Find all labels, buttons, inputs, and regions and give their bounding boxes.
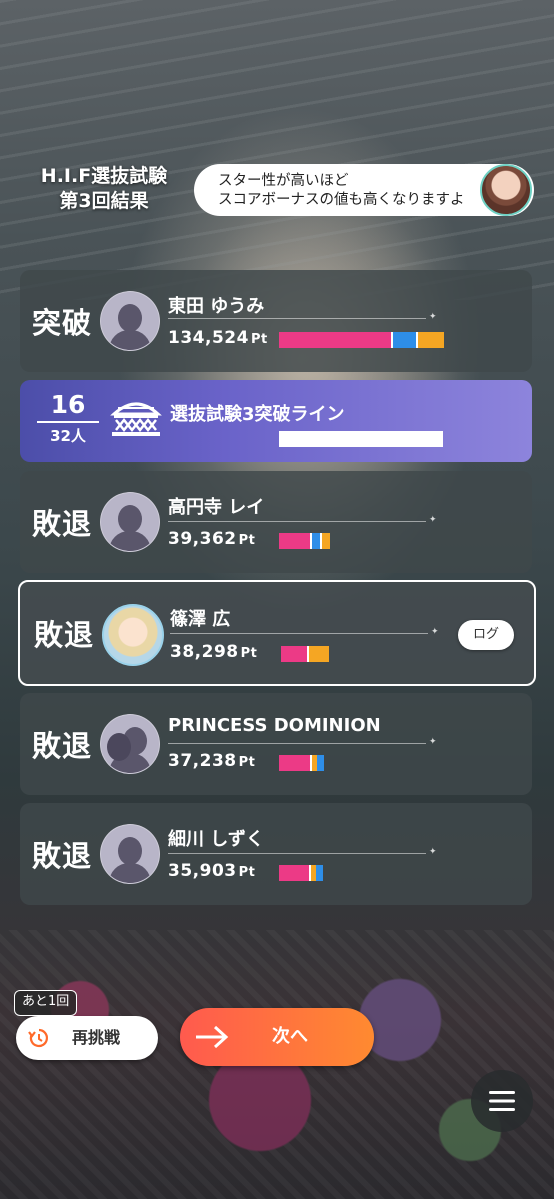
score: 38,298 Pt xyxy=(170,642,257,662)
bar-segment-blue xyxy=(316,865,323,881)
status-label: 突破 xyxy=(32,306,93,340)
bar-segment-orange xyxy=(309,646,329,662)
name-underline xyxy=(168,521,426,522)
score-bar xyxy=(279,533,330,549)
score: 39,362 Pt xyxy=(168,529,255,549)
cutoff-bar xyxy=(279,431,443,447)
score-unit: Pt xyxy=(238,755,256,770)
tip-bubble: スター性が高いほど スコアボーナスの値も高くなりますよ xyxy=(194,164,534,216)
cutoff-line-card: 16 32人 選抜試験3突破ライン xyxy=(20,380,532,462)
score-bar xyxy=(281,646,329,662)
retry-button[interactable]: 再挑戦 xyxy=(16,1016,158,1060)
ranking-card-2[interactable]: 敗退 高円寺 レイ ✦ 39,362 Pt xyxy=(20,471,532,573)
idol-name: 東田 ゆうみ xyxy=(168,296,265,317)
title-line-2: 第3回結果 xyxy=(59,190,149,212)
avatar-silhouette xyxy=(100,824,160,884)
bar-segment-pink xyxy=(279,533,310,549)
advisor-avatar xyxy=(480,164,532,216)
avatar xyxy=(102,604,164,666)
score-bar xyxy=(279,865,323,881)
bar-segment-orange xyxy=(418,332,444,348)
avatar-silhouette xyxy=(100,714,160,774)
idol-name: 篠澤 広 xyxy=(170,609,231,630)
name-underline xyxy=(168,743,426,744)
cutoff-label: 選抜試験3突破ライン xyxy=(170,404,345,425)
retry-label: 再挑戦 xyxy=(72,1028,121,1047)
rank-divider xyxy=(37,421,99,423)
remaining-attempts-badge: あと1回 xyxy=(14,990,78,1016)
idol-name: PRINCESS DOMINION xyxy=(168,715,381,736)
bar-segment-blue xyxy=(317,755,324,771)
sparkle-icon: ✦ xyxy=(429,737,437,747)
avatar-silhouette xyxy=(100,492,160,552)
score-value: 134,524 xyxy=(168,328,249,348)
idol-name: 高円寺 レイ xyxy=(168,497,265,518)
log-button[interactable]: ログ xyxy=(458,620,514,650)
score: 134,524 Pt xyxy=(168,328,268,348)
sparkle-icon: ✦ xyxy=(429,515,437,525)
title-line-1: H.I.F選抜試験 xyxy=(40,165,168,187)
score: 37,238 Pt xyxy=(168,751,255,771)
tip-text: スター性が高いほど スコアボーナスの値も高くなりますよ xyxy=(218,172,465,210)
ranking-card-4[interactable]: 敗退 PRINCESS DOMINION ✦ 37,238 Pt xyxy=(20,693,532,795)
menu-button[interactable] xyxy=(471,1070,533,1132)
idol-name: 細川 しずく xyxy=(168,829,264,850)
name-underline xyxy=(170,633,428,634)
stage-gate-icon xyxy=(110,402,162,436)
score-value: 39,362 xyxy=(168,529,237,549)
name-underline xyxy=(168,853,426,854)
score-unit: Pt xyxy=(238,865,256,880)
score: 35,903 Pt xyxy=(168,861,255,881)
cutoff-bar-fill xyxy=(279,431,443,447)
cutoff-rank-number: 16 xyxy=(50,390,86,419)
score-value: 37,238 xyxy=(168,751,237,771)
bar-segment-pink xyxy=(279,332,391,348)
score-bar xyxy=(279,755,324,771)
score-unit: Pt xyxy=(250,332,268,347)
sparkle-icon: ✦ xyxy=(429,847,437,857)
status-label: 敗退 xyxy=(32,839,93,873)
score-unit: Pt xyxy=(238,533,256,548)
score-unit: Pt xyxy=(240,646,258,661)
bar-segment-pink xyxy=(279,755,310,771)
tip-line-1: スター性が高いほど xyxy=(218,173,349,189)
ranking-card-3[interactable]: 敗退 篠澤 広 ✦ 38,298 Pt ログ xyxy=(18,580,536,686)
bar-segment-blue xyxy=(312,533,320,549)
retry-clock-icon xyxy=(28,1028,48,1048)
tip-line-2: スコアボーナスの値も高くなりますよ xyxy=(218,192,465,208)
cutoff-total: 32人 xyxy=(50,427,86,445)
hamburger-menu-icon xyxy=(489,1091,515,1111)
status-label: 敗退 xyxy=(34,618,95,652)
ranking-card-5[interactable]: 敗退 細川 しずく ✦ 35,903 Pt xyxy=(20,803,532,905)
score-value: 35,903 xyxy=(168,861,237,881)
score-bar xyxy=(279,332,444,348)
avatar-silhouette xyxy=(100,291,160,351)
bar-segment-pink xyxy=(281,646,307,662)
next-label: 次へ xyxy=(272,1026,308,1047)
bar-segment-orange xyxy=(322,533,330,549)
status-label: 敗退 xyxy=(32,507,93,541)
score-value: 38,298 xyxy=(170,642,239,662)
background-stripes xyxy=(0,0,554,300)
bar-segment-blue xyxy=(393,332,416,348)
name-underline xyxy=(168,318,426,319)
bar-segment-pink xyxy=(279,865,309,881)
cutoff-rank: 16 32人 xyxy=(30,390,106,452)
result-title: H.I.F選抜試験 第3回結果 xyxy=(14,164,194,214)
next-button[interactable]: 次へ xyxy=(180,1008,374,1066)
status-label: 敗退 xyxy=(32,729,93,763)
sparkle-icon: ✦ xyxy=(429,312,437,322)
sparkle-icon: ✦ xyxy=(431,627,439,637)
arrow-right-icon xyxy=(196,1025,229,1049)
ranking-card-1[interactable]: 突破 東田 ゆうみ ✦ 134,524 Pt xyxy=(20,270,532,372)
